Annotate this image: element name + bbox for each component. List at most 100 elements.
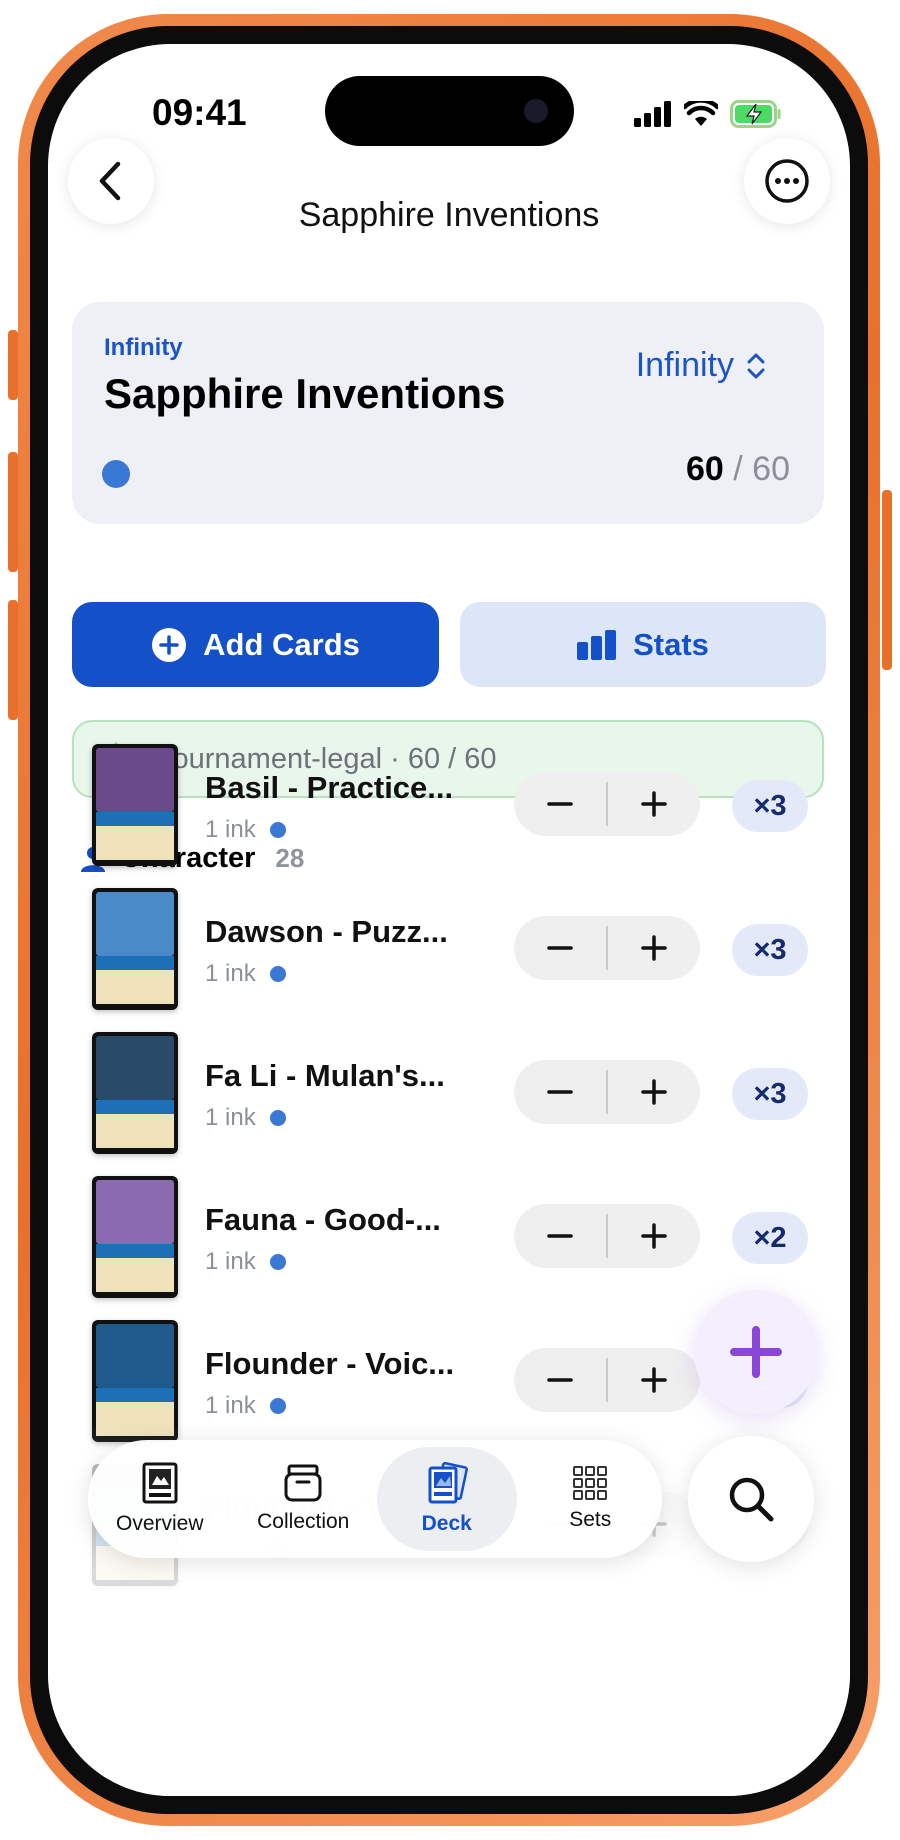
ink-color-dot [269,1110,286,1126]
battery-charging-icon [730,100,781,128]
tab-collection-label: Collection [257,1510,350,1533]
stats-label: Stats [633,626,709,662]
card-ink-cost: 1 ink [205,816,286,844]
plus-icon [641,1223,667,1249]
deck-summary-card: Infinity Sapphire Inventions Infinity 60… [72,302,824,524]
decrement-button[interactable] [514,1060,606,1124]
plus-icon [641,935,667,961]
bar-chart-icon [577,629,617,660]
card-thumbnail[interactable] [92,1032,178,1154]
card-row[interactable]: Fa Li - Mulan's... 1 ink ×3 [48,1032,850,1162]
cellular-signal-icon [634,101,671,127]
card-thumbnail[interactable] [92,744,178,866]
camera-icon [524,99,548,123]
card-text-box [96,1114,174,1148]
minus-icon [547,1090,573,1094]
dynamic-island [325,76,574,146]
plus-icon [641,791,667,817]
card-ink-label: 1 ink [205,1392,256,1419]
card-band [96,1388,174,1402]
minus-icon [547,802,573,806]
decrement-button[interactable] [514,772,606,836]
quantity-badge: ×3 [732,924,808,976]
tab-sets-label: Sets [569,1508,612,1531]
card-ink-label: 1 ink [205,816,256,843]
wifi-icon [684,101,718,126]
format-selector[interactable]: Infinity [636,346,766,385]
ellipsis-circle-icon [765,159,809,203]
decrement-button[interactable] [514,916,606,980]
increment-button[interactable] [608,772,700,836]
card-thumbnail[interactable] [92,1176,178,1298]
plus-icon [641,1367,667,1393]
tab-sets[interactable]: Sets [520,1447,660,1551]
quantity-badge: ×3 [732,1068,808,1120]
quantity-stepper [514,1060,700,1124]
volume-down-button [8,600,18,720]
card-name: Dawson - Puzz... [205,914,448,949]
tab-overview[interactable]: Overview [90,1447,230,1551]
tab-collection[interactable]: Collection [233,1447,373,1551]
quantity-stepper [514,916,700,980]
plus-circle-icon [152,627,187,662]
card-name: Basil - Practice... [205,770,454,805]
card-art [96,892,174,956]
add-fab-button[interactable] [694,1290,818,1414]
quantity-badge: ×3 [732,780,808,832]
action-button [8,330,18,400]
card-row[interactable]: Basil - Practice... 1 ink ×3 [48,744,850,874]
deck-count-total: / 60 [733,450,790,488]
stats-button[interactable]: Stats [460,602,826,687]
card-text-box [96,1258,174,1292]
archive-box-icon [284,1464,322,1502]
increment-button[interactable] [608,916,700,980]
card-ink-cost: 1 ink [205,960,286,988]
chevron-up-down-icon [747,353,765,378]
screen: 09:41 Sapphire Inventions Infinity Sapph… [48,44,850,1796]
card-ink-cost: 1 ink [205,1392,286,1420]
plus-icon [641,1079,667,1105]
minus-icon [547,1234,573,1238]
quantity-stepper [514,772,700,836]
increment-button[interactable] [608,1060,700,1124]
minus-icon [547,946,573,950]
card-art [96,1180,174,1244]
card-row[interactable]: Dawson - Puzz... 1 ink ×3 [48,888,850,1018]
card-name: Flounder - Voic... [205,1346,455,1381]
card-stack-icon [428,1462,468,1504]
increment-button[interactable] [608,1204,700,1268]
card-ink-label: 1 ink [205,1248,256,1275]
quantity-stepper [514,1204,700,1268]
card-art [96,748,174,812]
card-thumbnail[interactable] [92,888,178,1010]
card-ink-cost: 1 ink [205,1104,286,1132]
ink-color-dot [269,966,286,982]
status-time: 09:41 [152,92,247,133]
card-band [96,812,174,826]
add-cards-button[interactable]: Add Cards [72,602,439,687]
card-text-box [96,826,174,860]
card-band [96,956,174,970]
ink-color-dot [269,1254,286,1270]
search-button[interactable] [688,1436,814,1562]
deck-count-current: 60 [686,450,724,488]
power-button [882,490,892,670]
grid-icon [573,1466,608,1500]
card-art [96,1036,174,1100]
quantity-badge: ×2 [732,1212,808,1264]
search-icon [729,1477,774,1522]
decrement-button[interactable] [514,1204,606,1268]
plus-icon [730,1326,782,1378]
card-ink-label: 1 ink [205,1104,256,1131]
more-options-button[interactable] [744,138,830,224]
deck-count: 60 / 60 [686,450,790,489]
status-icons [634,100,782,128]
tab-deck[interactable]: Deck [376,1447,517,1551]
increment-button[interactable] [608,1348,700,1412]
card-ink-label: 1 ink [205,960,256,987]
deck-format-label: Infinity [104,334,183,361]
volume-up-button [8,452,18,572]
card-row[interactable]: Fauna - Good-... 1 ink ×2 [48,1176,850,1306]
decrement-button[interactable] [514,1348,606,1412]
quantity-stepper [514,1348,700,1412]
